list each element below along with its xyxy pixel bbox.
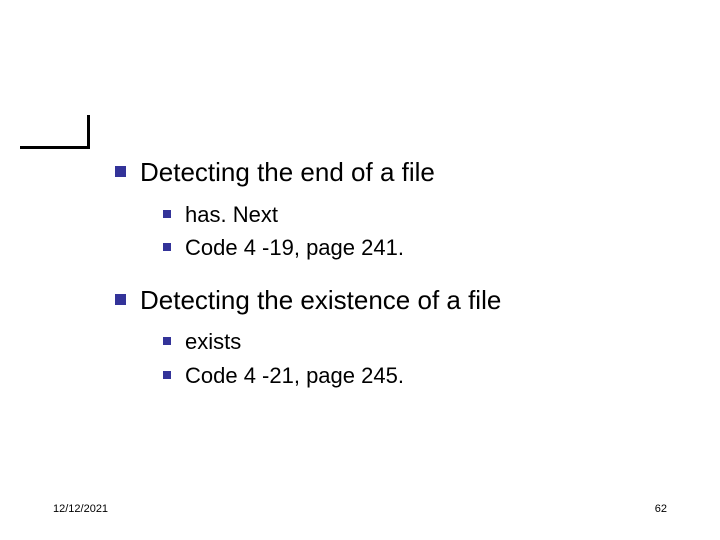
footer-page-number: 62	[655, 503, 667, 515]
sub-text: Code 4 -21, page 245.	[185, 362, 404, 390]
heading-2-row: Detecting the existence of a file	[115, 284, 680, 317]
footer-date: 12/12/2021	[53, 503, 108, 515]
square-bullet-icon	[163, 371, 171, 379]
sub-item-2-2: Code 4 -21, page 245.	[163, 362, 680, 390]
square-bullet-icon	[115, 294, 126, 305]
sub-text: exists	[185, 328, 241, 356]
content-area: Detecting the end of a file has. Next Co…	[115, 156, 680, 389]
heading-2: Detecting the existence of a file	[140, 284, 501, 317]
square-bullet-icon	[163, 337, 171, 345]
heading-1-row: Detecting the end of a file	[115, 156, 680, 189]
title-frame	[20, 115, 90, 149]
sub-item-2-1: exists	[163, 328, 680, 356]
sub-text: has. Next	[185, 201, 278, 229]
square-bullet-icon	[163, 210, 171, 218]
sub-text: Code 4 -19, page 241.	[185, 234, 404, 262]
square-bullet-icon	[115, 166, 126, 177]
sub-item-1-2: Code 4 -19, page 241.	[163, 234, 680, 262]
frame-bar-right	[87, 115, 91, 149]
square-bullet-icon	[163, 243, 171, 251]
sub-item-1-1: has. Next	[163, 201, 680, 229]
slide: Detecting the end of a file has. Next Co…	[0, 0, 720, 540]
heading-1: Detecting the end of a file	[140, 156, 435, 189]
frame-bar-bottom	[20, 146, 90, 150]
